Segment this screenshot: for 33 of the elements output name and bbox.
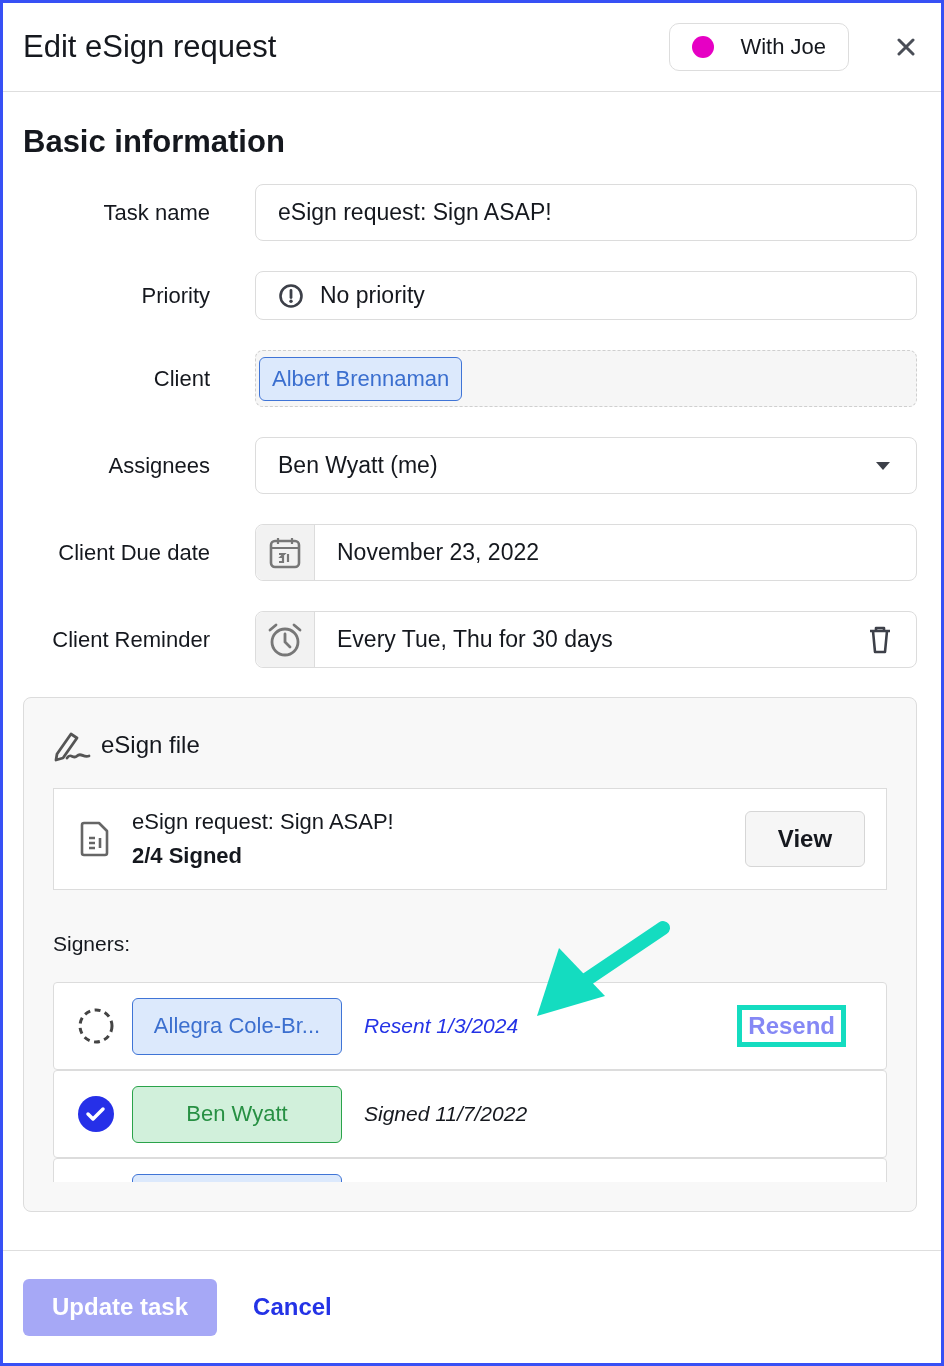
status-badge[interactable]: With Joe <box>669 23 849 71</box>
field-label: Client Due date <box>57 539 211 566</box>
caret-icon <box>876 461 890 470</box>
signers-label: Signers: <box>53 932 132 956</box>
calendar-icon <box>269 536 301 569</box>
field-label: Assignees <box>107 452 211 479</box>
field-label: Priority <box>140 282 211 309</box>
trash-icon[interactable] <box>868 625 892 654</box>
cancel-button[interactable]: Cancel <box>247 1292 338 1322</box>
field-label: Client Reminder <box>51 626 211 653</box>
panel-title: eSign file <box>101 731 200 759</box>
signer-chip: Allegra Cole-Br... <box>132 997 342 1055</box>
field-label: Task name <box>102 199 211 226</box>
view-button[interactable]: View <box>745 811 865 867</box>
dialog-title: Edit eSign request <box>23 29 278 65</box>
client-chip[interactable]: Albert Brennaman <box>259 356 463 401</box>
close-icon[interactable] <box>897 38 915 56</box>
signer-status: Signed 11/7/2022 <box>364 1102 528 1126</box>
alert-icon <box>278 282 304 309</box>
reminder-field[interactable]: Every Tue, Thu for 30 days <box>255 611 917 668</box>
signed-count: 2/4 Signed <box>132 843 244 869</box>
signer-chip: Ben Wyatt <box>132 1085 342 1143</box>
client-field[interactable]: Albert Brennaman <box>255 350 917 407</box>
date-field[interactable]: November 23, 2022 <box>255 524 917 581</box>
priority-select[interactable]: No priority <box>255 271 917 320</box>
section-title: Basic information <box>23 124 286 160</box>
document-icon <box>80 821 110 857</box>
input-field[interactable]: eSign request: Sign ASAP! <box>255 184 917 241</box>
file-name: eSign request: Sign ASAP! <box>132 809 395 835</box>
alarm-clock-icon <box>267 621 303 658</box>
assignee-select[interactable]: Ben Wyatt (me) <box>255 437 917 494</box>
signer-status: Resent 1/3/2024 <box>364 1014 519 1038</box>
field-label: Client <box>152 365 211 392</box>
